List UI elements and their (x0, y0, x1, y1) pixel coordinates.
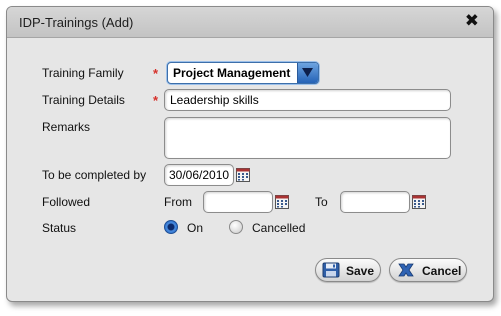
cancel-x-icon (396, 262, 416, 281)
idp-trainings-dialog: IDP-Trainings (Add) ✖ Training Family * … (6, 6, 494, 302)
training-family-value: Project Management (173, 66, 291, 80)
required-asterisk: * (153, 93, 159, 108)
calendar-icon[interactable] (236, 168, 250, 182)
title-bar: IDP-Trainings (Add) ✖ (7, 7, 493, 38)
training-details-label: Training Details (42, 93, 125, 107)
training-details-input[interactable]: Leadership skills (164, 89, 451, 111)
chevron-down-icon[interactable] (297, 63, 318, 83)
calendar-icon[interactable] (275, 195, 289, 209)
status-cancelled-radio[interactable] (229, 220, 243, 234)
close-icon[interactable]: ✖ (465, 12, 479, 30)
required-asterisk: * (153, 66, 159, 81)
status-cancelled-label[interactable]: Cancelled (252, 221, 305, 235)
training-family-label: Training Family (42, 66, 124, 80)
save-icon (322, 262, 340, 281)
save-label: Save (346, 264, 375, 278)
dialog-title: IDP-Trainings (Add) (19, 15, 134, 30)
completed-by-date-input[interactable]: 30/06/2010 (164, 164, 234, 186)
cancel-label: Cancel (422, 264, 462, 278)
status-on-label[interactable]: On (187, 221, 203, 235)
remarks-textarea[interactable] (164, 117, 451, 159)
calendar-icon[interactable] (412, 195, 426, 209)
save-button[interactable]: Save (315, 258, 381, 282)
status-label: Status (42, 221, 77, 235)
to-label: To (315, 195, 328, 209)
completed-by-label: To be completed by (42, 168, 147, 182)
followed-label: Followed (42, 195, 91, 209)
from-label: From (164, 195, 192, 209)
followed-to-input[interactable] (340, 191, 410, 213)
followed-from-input[interactable] (203, 191, 273, 213)
cancel-button[interactable]: Cancel (389, 258, 467, 282)
training-family-select[interactable]: Project Management (167, 62, 319, 84)
status-on-radio[interactable] (164, 220, 178, 234)
remarks-label: Remarks (42, 120, 91, 134)
